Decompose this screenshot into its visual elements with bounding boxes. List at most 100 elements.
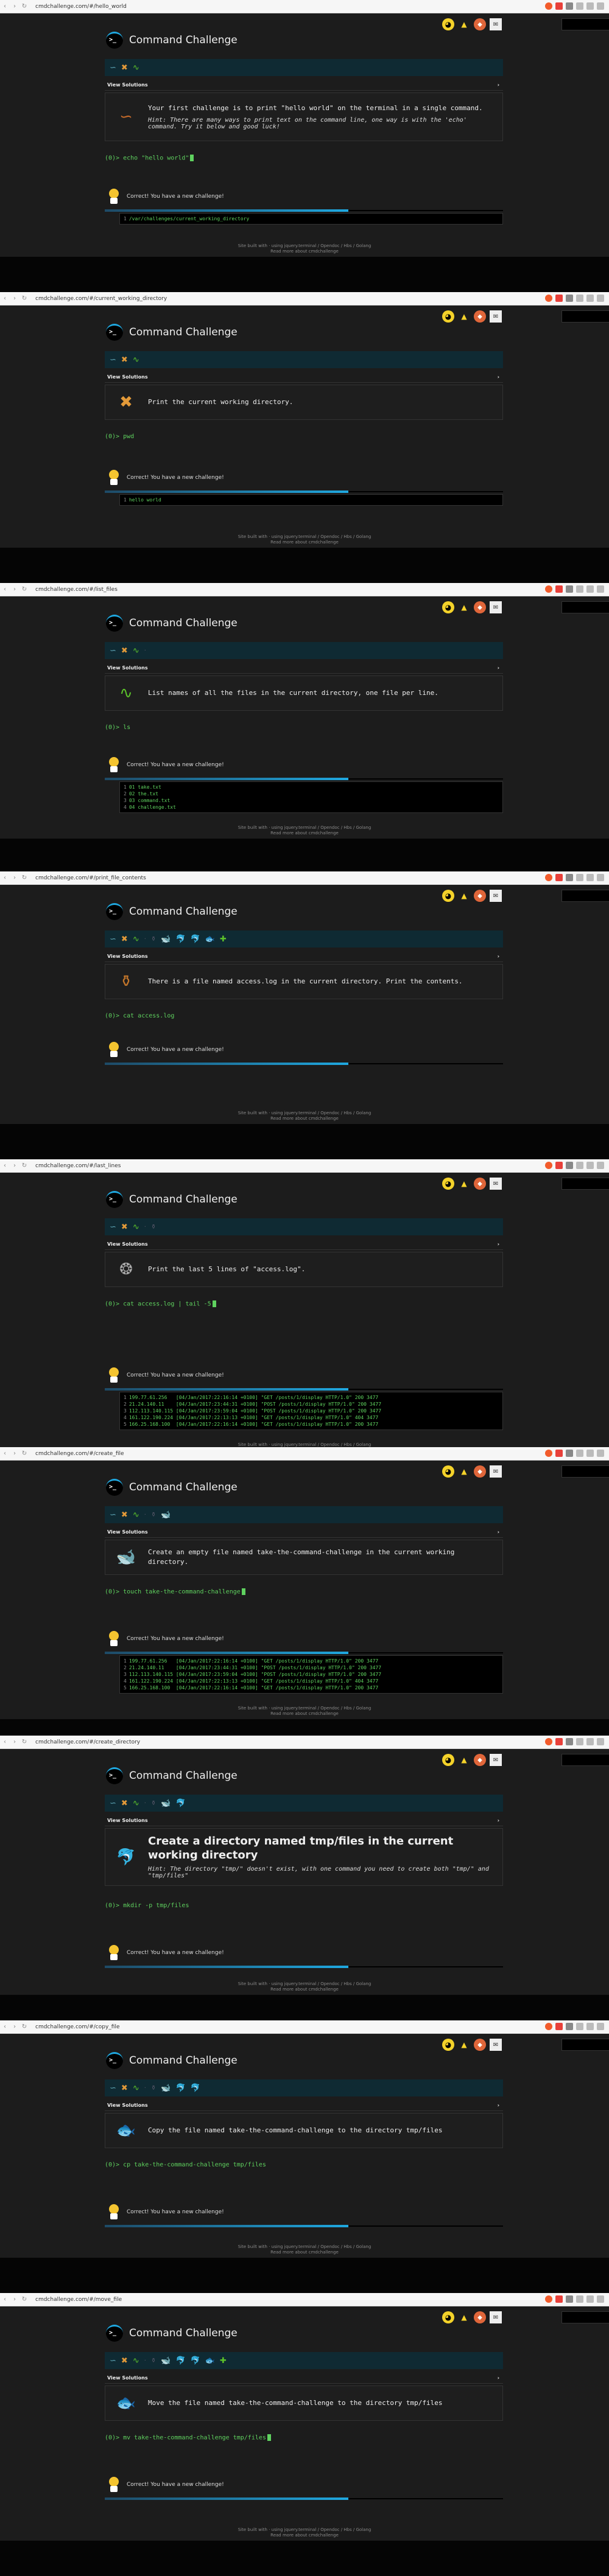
extension-icon[interactable] bbox=[545, 1738, 552, 1745]
extension-icon[interactable] bbox=[586, 1450, 594, 1457]
cat-icon[interactable]: ◕ bbox=[442, 1178, 454, 1190]
extension-icon[interactable] bbox=[566, 295, 573, 302]
extension-icon[interactable] bbox=[586, 1738, 594, 1745]
cat-icon[interactable]: ◕ bbox=[442, 2311, 454, 2323]
extension-icon[interactable] bbox=[555, 2, 563, 10]
badge-icon[interactable]: ✖ bbox=[121, 646, 128, 655]
fox-icon[interactable]: ◆ bbox=[474, 1178, 486, 1190]
extension-icon[interactable] bbox=[597, 2, 604, 10]
forward-icon[interactable]: › bbox=[10, 2296, 19, 2303]
badge-icon[interactable]: ∿ bbox=[133, 355, 139, 365]
badge-icon[interactable]: · bbox=[144, 1224, 146, 1230]
badge-icon[interactable]: ✚ bbox=[220, 2356, 227, 2365]
view-solutions-toggle[interactable]: View Solutions › bbox=[105, 2100, 503, 2111]
terminal-icon[interactable]: >_ bbox=[561, 1465, 609, 1478]
badge-icon[interactable]: ∿ bbox=[133, 935, 139, 944]
cat-icon[interactable]: ◕ bbox=[442, 1754, 454, 1766]
extension-icon[interactable] bbox=[576, 2295, 583, 2303]
extension-icon[interactable] bbox=[566, 874, 573, 881]
reload-icon[interactable]: ↻ bbox=[19, 874, 29, 881]
back-icon[interactable]: ‹ bbox=[0, 1162, 10, 1169]
fox-icon[interactable]: ◆ bbox=[474, 2039, 486, 2051]
reload-icon[interactable]: ↻ bbox=[19, 295, 29, 302]
extension-icon[interactable] bbox=[555, 2023, 563, 2030]
terminal-prompt[interactable]: (0)> touch take-the-command-challenge bbox=[105, 1588, 245, 1596]
terminal-prompt[interactable]: (0)> mkdir -p tmp/files bbox=[105, 1902, 189, 1909]
cat-icon[interactable]: ◕ bbox=[442, 2039, 454, 2051]
address-bar[interactable]: cmdchallenge.com/#/current_working_direc… bbox=[35, 296, 167, 302]
extension-icon[interactable] bbox=[545, 874, 552, 881]
terminal-icon[interactable]: >_ bbox=[561, 890, 609, 902]
cat-icon[interactable]: ◕ bbox=[442, 601, 454, 613]
badge-icon[interactable]: ∽ bbox=[110, 935, 116, 944]
mail-icon[interactable]: ✉ bbox=[490, 310, 502, 323]
extension-icon[interactable] bbox=[576, 1450, 583, 1457]
view-solutions-toggle[interactable]: View Solutions › bbox=[105, 80, 503, 91]
terminal-icon[interactable]: >_ bbox=[561, 18, 609, 30]
address-bar[interactable]: cmdchallenge.com/#/list_files bbox=[35, 587, 118, 593]
badge-icon[interactable]: ∿ bbox=[133, 646, 139, 655]
fox-icon[interactable]: ◆ bbox=[474, 310, 486, 323]
badge-icon[interactable]: ✖ bbox=[121, 1799, 128, 1808]
extension-icon[interactable] bbox=[576, 295, 583, 302]
badge-icon[interactable]: ✖ bbox=[121, 2356, 128, 2365]
extension-icon[interactable] bbox=[586, 585, 594, 593]
address-bar[interactable]: cmdchallenge.com/#/create_file bbox=[35, 1451, 124, 1457]
extension-icon[interactable] bbox=[545, 1450, 552, 1457]
rocket-icon[interactable]: ▲ bbox=[458, 2039, 470, 2051]
extension-icon[interactable] bbox=[566, 585, 573, 593]
rocket-icon[interactable]: ▲ bbox=[458, 2311, 470, 2323]
badge-icon[interactable]: · bbox=[144, 2358, 146, 2364]
badge-icon[interactable]: 🐬 bbox=[191, 2356, 200, 2365]
terminal-prompt[interactable]: (0)> ls bbox=[105, 724, 130, 731]
address-bar[interactable]: cmdchallenge.com/#/copy_file bbox=[35, 2024, 119, 2030]
reload-icon[interactable]: ↻ bbox=[19, 2023, 29, 2030]
forward-icon[interactable]: › bbox=[10, 1162, 19, 1169]
badge-icon[interactable]: 🐋 bbox=[161, 2084, 171, 2093]
badge-icon[interactable]: · bbox=[144, 1800, 146, 1807]
forward-icon[interactable]: › bbox=[10, 1739, 19, 1745]
fox-icon[interactable]: ◆ bbox=[474, 890, 486, 902]
footer-link[interactable]: Read more about cmdchallenge bbox=[270, 831, 339, 836]
view-solutions-toggle[interactable]: View Solutions › bbox=[105, 2373, 503, 2384]
extension-icon[interactable] bbox=[545, 1162, 552, 1169]
extension-icon[interactable] bbox=[597, 2295, 604, 2303]
footer-link[interactable]: Read more about cmdchallenge bbox=[270, 2533, 339, 2538]
extension-icon[interactable] bbox=[566, 2295, 573, 2303]
rocket-icon[interactable]: ▲ bbox=[458, 1754, 470, 1766]
extension-icon[interactable] bbox=[597, 1450, 604, 1457]
extension-icon[interactable] bbox=[586, 2023, 594, 2030]
badge-icon[interactable]: ⚱ bbox=[151, 1224, 156, 1230]
reload-icon[interactable]: ↻ bbox=[19, 3, 29, 10]
back-icon[interactable]: ‹ bbox=[0, 3, 10, 10]
reload-icon[interactable]: ↻ bbox=[19, 586, 29, 593]
extension-icon[interactable] bbox=[555, 1162, 563, 1169]
badge-icon[interactable]: ✖ bbox=[121, 63, 128, 72]
rocket-icon[interactable]: ▲ bbox=[458, 18, 470, 30]
badge-icon[interactable]: 🐟 bbox=[205, 935, 215, 944]
extension-icon[interactable] bbox=[545, 295, 552, 302]
badge-icon[interactable]: 🐬 bbox=[175, 1799, 185, 1808]
rocket-icon[interactable]: ▲ bbox=[458, 310, 470, 323]
back-icon[interactable]: ‹ bbox=[0, 1739, 10, 1745]
extension-icon[interactable] bbox=[576, 2023, 583, 2030]
fox-icon[interactable]: ◆ bbox=[474, 18, 486, 30]
view-solutions-toggle[interactable]: View Solutions › bbox=[105, 1527, 503, 1538]
badge-icon[interactable]: ∿ bbox=[133, 63, 139, 72]
extension-icon[interactable] bbox=[555, 2295, 563, 2303]
reload-icon[interactable]: ↻ bbox=[19, 1162, 29, 1169]
extension-icon[interactable] bbox=[576, 1738, 583, 1745]
footer-link[interactable]: Read more about cmdchallenge bbox=[270, 1116, 339, 1121]
forward-icon[interactable]: › bbox=[10, 3, 19, 10]
badge-icon[interactable]: · bbox=[144, 936, 146, 943]
forward-icon[interactable]: › bbox=[10, 586, 19, 593]
badge-icon[interactable]: ∽ bbox=[110, 63, 116, 72]
forward-icon[interactable]: › bbox=[10, 2023, 19, 2030]
badge-icon[interactable]: 🐬 bbox=[191, 2084, 200, 2093]
terminal-prompt[interactable]: (0)> cp take-the-command-challenge tmp/f… bbox=[105, 2162, 266, 2168]
view-solutions-toggle[interactable]: View Solutions › bbox=[105, 372, 503, 383]
badge-icon[interactable]: ✖ bbox=[121, 1510, 128, 1520]
back-icon[interactable]: ‹ bbox=[0, 586, 10, 593]
extension-icon[interactable] bbox=[545, 2295, 552, 2303]
view-solutions-toggle[interactable]: View Solutions › bbox=[105, 1815, 503, 1826]
